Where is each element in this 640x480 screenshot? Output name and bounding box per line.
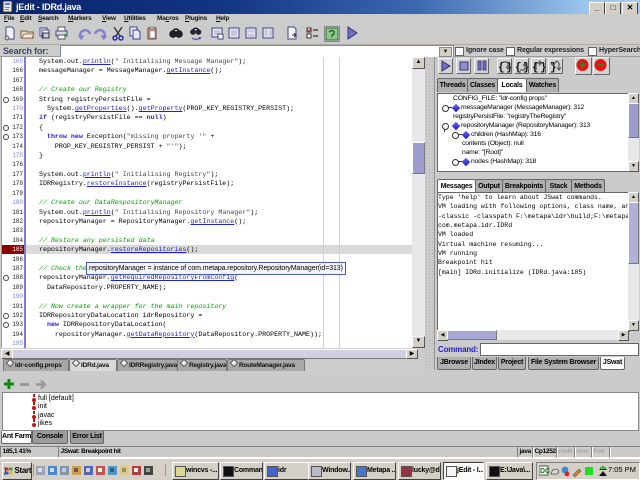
svg-text:{: {	[515, 62, 522, 73]
svg-text:{: {	[498, 62, 505, 73]
svg-text:DC: DC	[540, 468, 550, 475]
